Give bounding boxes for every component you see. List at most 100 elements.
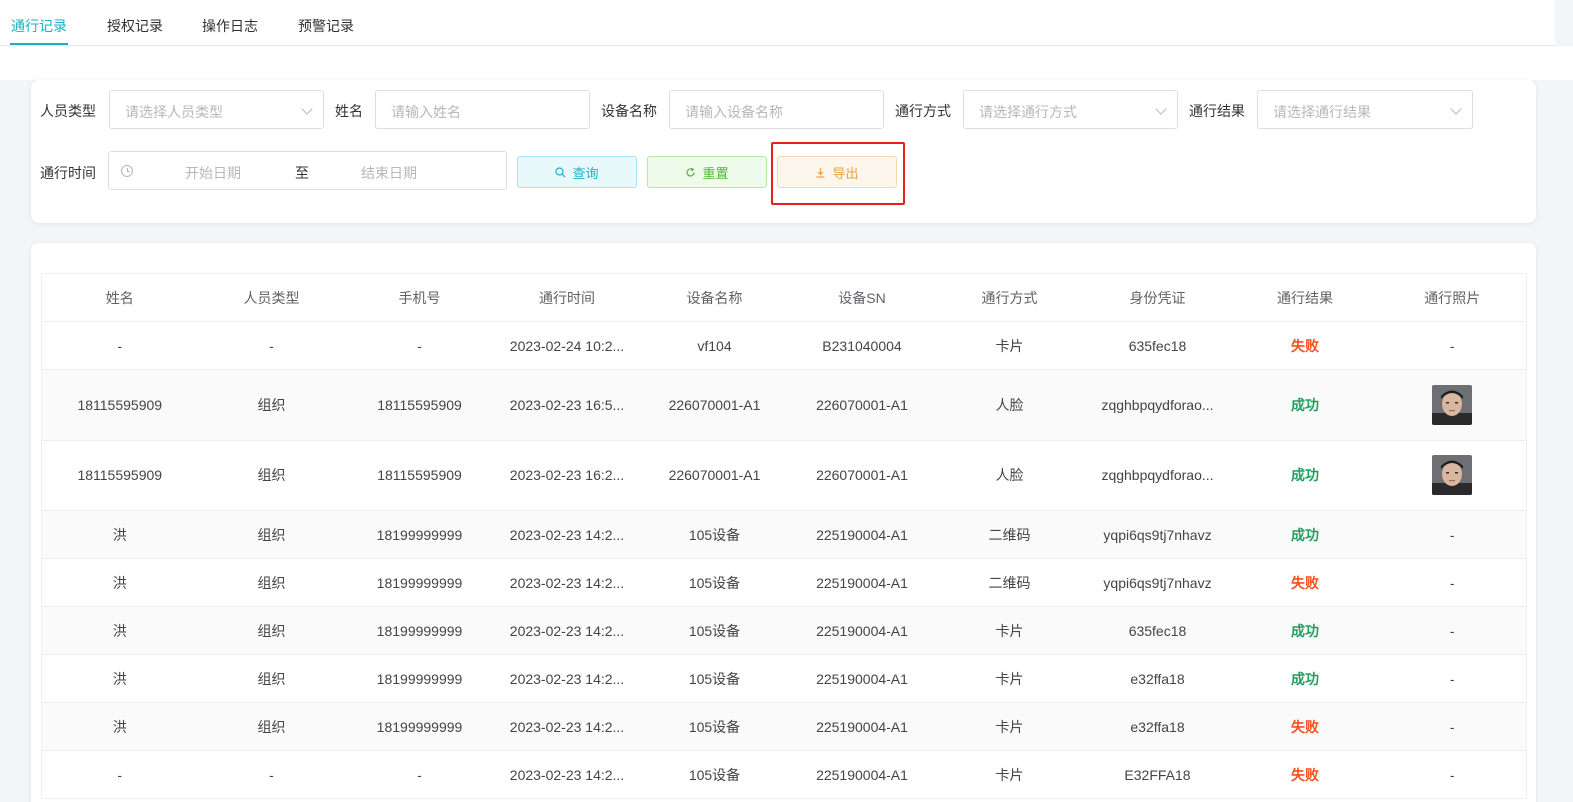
face-photo-thumbnail[interactable] xyxy=(1432,455,1473,496)
cell-device-name: 105设备 xyxy=(640,654,789,703)
cell-device-name: 105设备 xyxy=(640,510,789,559)
cell-device-sn: 225190004-A1 xyxy=(788,558,936,607)
cell-person-type: 组织 xyxy=(197,558,346,607)
cell-phone: 18115595909 xyxy=(345,440,494,511)
cell-credential: 635fec18 xyxy=(1083,321,1232,370)
face-photo-thumbnail[interactable] xyxy=(1432,384,1473,425)
table-row[interactable]: 18115595909 组织 18115595909 2023-02-23 16:2.… xyxy=(41,440,1527,511)
pass-result-label: 通行结果 xyxy=(1189,103,1245,119)
cell-pass-photo[interactable] xyxy=(1378,440,1527,511)
cell-name: 洪 xyxy=(41,510,198,559)
date-range-picker[interactable]: 开始日期 至 结束日期 xyxy=(108,151,507,190)
cell-pass-mode: 卡片 xyxy=(935,750,1084,799)
cell-phone: 18199999999 xyxy=(345,558,494,607)
start-date-input[interactable]: 开始日期 xyxy=(185,163,241,183)
cell-person-type: - xyxy=(197,321,346,370)
header-col-device-sn: 设备SN xyxy=(788,273,936,322)
cell-name: 18115595909 xyxy=(41,440,198,511)
page-spacer xyxy=(0,46,1573,80)
cell-pass-photo: - xyxy=(1378,321,1527,370)
end-date-input[interactable]: 结束日期 xyxy=(361,163,417,183)
table-row[interactable]: - - -2023-02-24 10:2... vf104 B231040004 卡片 63… xyxy=(41,321,1527,370)
pass-time-label: 通行时间 xyxy=(40,165,96,181)
table-row[interactable]: - - -2023-02-23 14:2... 105设备 225190004-A1 卡片… xyxy=(41,750,1527,799)
export-highlight-box xyxy=(771,142,905,205)
cell-phone: - xyxy=(345,750,494,799)
cell-phone: - xyxy=(345,321,494,370)
cell-phone: 18199999999 xyxy=(345,654,494,703)
cell-device-sn: 225190004-A1 xyxy=(788,750,936,799)
cell-pass-photo: - xyxy=(1378,606,1527,655)
tab-alert-records[interactable]: 预警记录 xyxy=(298,16,354,36)
cell-pass-time: 2023-02-23 16:2... xyxy=(493,440,641,511)
cell-pass-photo: - xyxy=(1378,654,1527,703)
tab-operation-log[interactable]: 操作日志 xyxy=(202,16,258,36)
tab-bar: 通行记录 授权记录 操作日志 预警记录 xyxy=(0,0,1555,46)
cell-device-name: 105设备 xyxy=(640,606,789,655)
cell-credential: zqghbpqydforao... xyxy=(1083,369,1232,441)
face-photo-icon xyxy=(1432,455,1473,496)
clock-icon xyxy=(121,165,133,177)
chevron-down-icon xyxy=(1450,103,1462,115)
table-row[interactable]: 洪组织 18199999999 2023-02-23 14:2... 105设备 225… xyxy=(41,558,1527,607)
name-placeholder: 请输入姓名 xyxy=(391,104,461,120)
face-photo-icon xyxy=(1432,384,1473,425)
tab-pass-records[interactable]: 通行记录 xyxy=(11,16,67,36)
cell-phone: 18115595909 xyxy=(345,369,494,441)
filter-panel: 人员类型 请选择人员类型 姓名 请输入姓名 设备名称 请输入设备名称 通行方式 … xyxy=(31,80,1536,223)
cell-pass-mode: 二维码 xyxy=(935,558,1084,607)
cell-phone: 18199999999 xyxy=(345,510,494,559)
person-type-label: 人员类型 xyxy=(40,103,96,119)
header-col-device-name: 设备名称 xyxy=(640,273,789,322)
status-badge: 成功 xyxy=(1231,510,1379,559)
table-row[interactable]: 洪组织 18199999999 2023-02-23 14:2... 105设备 225… xyxy=(41,510,1527,559)
header-col-pass-result: 通行结果 xyxy=(1231,273,1379,322)
pass-result-select[interactable]: 请选择通行结果 xyxy=(1257,90,1473,129)
tab-auth-records[interactable]: 授权记录 xyxy=(107,16,163,36)
cell-person-type: 组织 xyxy=(197,510,346,559)
pass-result-placeholder: 请选择通行结果 xyxy=(1273,104,1371,120)
table-row[interactable]: 洪组织 18199999999 2023-02-23 14:2... 105设备 225… xyxy=(41,702,1527,751)
cell-pass-time: 2023-02-23 14:2... xyxy=(493,606,641,655)
cell-device-name: 105设备 xyxy=(640,702,789,751)
cell-phone: 18199999999 xyxy=(345,702,494,751)
cell-pass-time: 2023-02-23 14:2... xyxy=(493,654,641,703)
cell-credential: zqghbpqydforao... xyxy=(1083,440,1232,511)
refresh-icon xyxy=(686,167,696,176)
cell-device-name: vf104 xyxy=(640,321,789,370)
cell-pass-photo: - xyxy=(1378,702,1527,751)
pass-mode-select[interactable]: 请选择通行方式 xyxy=(963,90,1178,129)
status-badge: 失败 xyxy=(1231,321,1379,370)
cell-device-sn: 225190004-A1 xyxy=(788,654,936,703)
cell-pass-time: 2023-02-23 16:5... xyxy=(493,369,641,441)
pass-mode-placeholder: 请选择通行方式 xyxy=(979,104,1077,120)
cell-person-type: 组织 xyxy=(197,440,346,511)
header-col-person-type: 人员类型 xyxy=(197,273,346,322)
date-separator: 至 xyxy=(295,165,309,181)
cell-pass-time: 2023-02-23 14:2... xyxy=(493,702,641,751)
name-input[interactable]: 请输入姓名 xyxy=(375,90,590,129)
table-row[interactable]: 洪组织 18199999999 2023-02-23 14:2... 105设备 225… xyxy=(41,606,1527,655)
cell-pass-photo[interactable] xyxy=(1378,369,1527,441)
cell-name: - xyxy=(41,750,198,799)
query-button-label: 查询 xyxy=(572,165,599,181)
cell-pass-time: 2023-02-24 10:2... xyxy=(493,321,641,370)
name-label: 姓名 xyxy=(335,103,363,119)
device-name-placeholder: 请输入设备名称 xyxy=(685,104,783,120)
person-type-select[interactable]: 请选择人员类型 xyxy=(109,90,324,129)
cell-person-type: - xyxy=(197,750,346,799)
table-row[interactable]: 18115595909 组织 18115595909 2023-02-23 16:5.… xyxy=(41,369,1527,441)
chevron-down-icon xyxy=(1155,103,1167,115)
reset-button[interactable]: 重置 xyxy=(647,156,767,188)
cell-pass-photo: - xyxy=(1378,558,1527,607)
cell-device-sn: 225190004-A1 xyxy=(788,606,936,655)
table-row[interactable]: 洪组织 18199999999 2023-02-23 14:2... 105设备 225… xyxy=(41,654,1527,703)
cell-person-type: 组织 xyxy=(197,606,346,655)
header-col-pass-mode: 通行方式 xyxy=(935,273,1084,322)
status-badge: 成功 xyxy=(1231,654,1379,703)
cell-phone: 18199999999 xyxy=(345,606,494,655)
device-name-input[interactable]: 请输入设备名称 xyxy=(669,90,884,129)
cell-pass-time: 2023-02-23 14:2... xyxy=(493,510,641,559)
query-button[interactable]: 查询 xyxy=(517,156,637,188)
cell-device-sn: B231040004 xyxy=(788,321,936,370)
